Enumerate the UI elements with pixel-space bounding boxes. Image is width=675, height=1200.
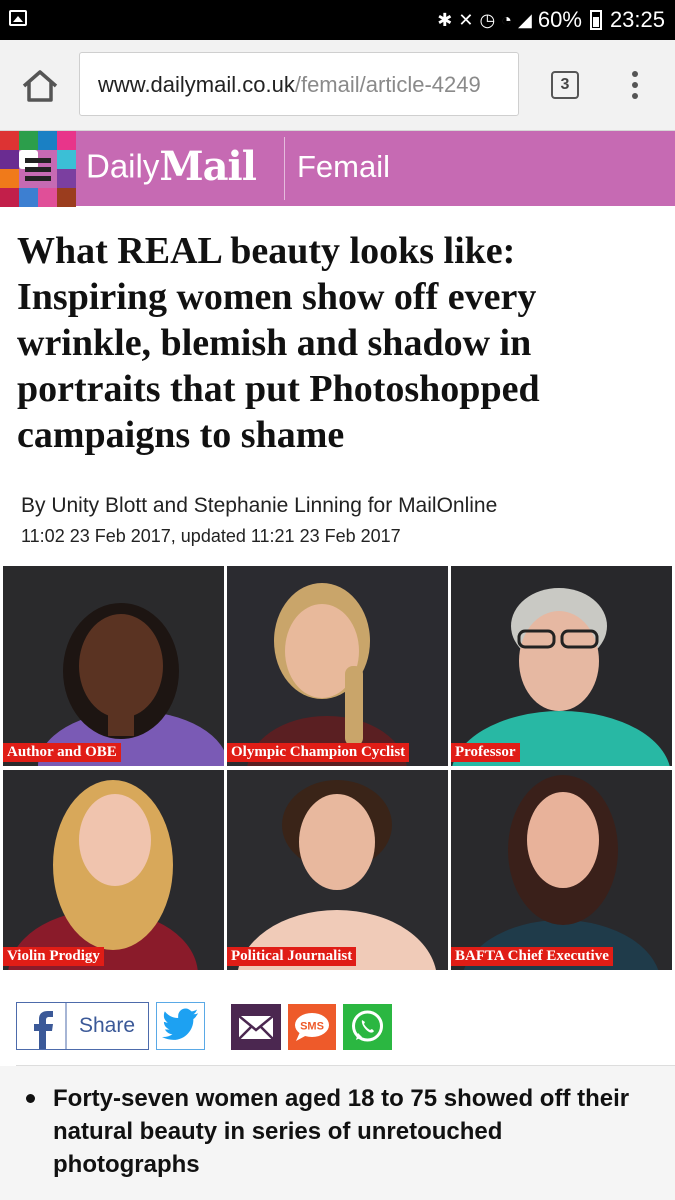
menu-icon[interactable] <box>628 68 642 102</box>
home-button[interactable] <box>20 68 60 104</box>
whatsapp-share-button[interactable] <box>343 1004 392 1050</box>
facebook-share-button[interactable]: Share <box>16 1002 149 1050</box>
facebook-icon <box>17 1003 67 1049</box>
header-divider <box>284 137 285 200</box>
url-domain: www.dailymail.co.uk <box>98 72 295 97</box>
twitter-icon <box>162 1008 199 1040</box>
browser-toolbar: www.dailymail.co.uk/femail/article-4249 … <box>0 40 675 131</box>
portrait-image <box>247 583 407 766</box>
sms-share-button[interactable]: SMS <box>288 1004 336 1050</box>
portrait-image <box>463 775 659 970</box>
hamburger-icon <box>19 150 51 181</box>
photo-caption: Author and OBE <box>3 743 121 762</box>
photo-caption: Olympic Champion Cyclist <box>227 743 410 762</box>
bullet-point <box>26 1094 35 1103</box>
site-header: DailyMail Femail <box>0 131 675 207</box>
status-bar: ✱ ✕ ◷ ◔ ◢ 60% 23:25 <box>0 0 675 40</box>
site-logo[interactable]: DailyMail <box>86 143 257 193</box>
photo-caption: BAFTA Chief Executive <box>451 947 613 966</box>
logo-mail: Mail <box>159 143 257 190</box>
battery-icon <box>589 10 602 30</box>
portrait-image <box>452 588 670 766</box>
menu-button[interactable] <box>0 131 76 207</box>
signal-icon: ◢ <box>518 9 532 30</box>
photo-caption: Political Journalist <box>227 947 357 966</box>
status-icons: ✱ ✕ ◷ ◔ ◢ 60% 23:25 <box>437 6 665 34</box>
photo-journalist[interactable]: Political Journalist <box>227 770 448 970</box>
photo-caption: Violin Prodigy <box>3 947 104 966</box>
timestamp: 11:02 23 Feb 2017, updated 11:21 23 Feb … <box>21 526 401 546</box>
bluetooth-icon: ✱ <box>437 9 453 30</box>
address-bar[interactable]: www.dailymail.co.uk/femail/article-4249 <box>79 52 519 116</box>
whatsapp-icon <box>352 1010 383 1042</box>
summary-text: Forty-seven women aged 18 to 75 showed o… <box>53 1085 630 1178</box>
wifi-icon: ◔ <box>501 9 513 30</box>
section-title[interactable]: Femail <box>297 149 390 185</box>
battery-percent: 60% <box>537 7 582 32</box>
email-share-button[interactable] <box>231 1004 281 1050</box>
facebook-share-label: Share <box>79 1014 136 1037</box>
photo-grid: Author and OBE Olympic Champion Cyclist … <box>3 566 673 970</box>
byline: By Unity Blott and Stephanie Linning for… <box>21 494 498 517</box>
envelope-icon <box>238 1015 274 1040</box>
portrait-image <box>8 780 198 970</box>
portrait-image <box>38 603 224 766</box>
portrait-image <box>238 780 436 970</box>
article-headline: What REAL beauty looks like: Inspiring w… <box>17 230 540 456</box>
alarm-icon: ◷ <box>479 9 496 30</box>
home-icon <box>22 70 58 102</box>
clock: 23:25 <box>609 7 665 32</box>
photo-bafta[interactable]: BAFTA Chief Executive <box>451 770 672 970</box>
photo-cyclist[interactable]: Olympic Champion Cyclist <box>227 566 448 766</box>
image-notification-icon <box>9 10 27 26</box>
logo-daily: Daily <box>86 147 160 185</box>
photo-professor[interactable]: Professor <box>451 566 672 766</box>
article-summary: Forty-seven women aged 18 to 75 showed o… <box>0 1066 675 1200</box>
sms-label: SMS <box>300 1021 324 1033</box>
tab-switcher-button[interactable]: 3 <box>551 71 579 99</box>
twitter-share-button[interactable] <box>156 1002 205 1050</box>
photo-author[interactable]: Author and OBE <box>3 566 224 766</box>
photo-caption: Professor <box>451 743 520 762</box>
url-path: /femail/article-4249 <box>294 72 481 97</box>
mute-icon: ✕ <box>458 9 474 30</box>
photo-violinist[interactable]: Violin Prodigy <box>3 770 224 970</box>
sms-icon: SMS <box>295 1013 329 1041</box>
